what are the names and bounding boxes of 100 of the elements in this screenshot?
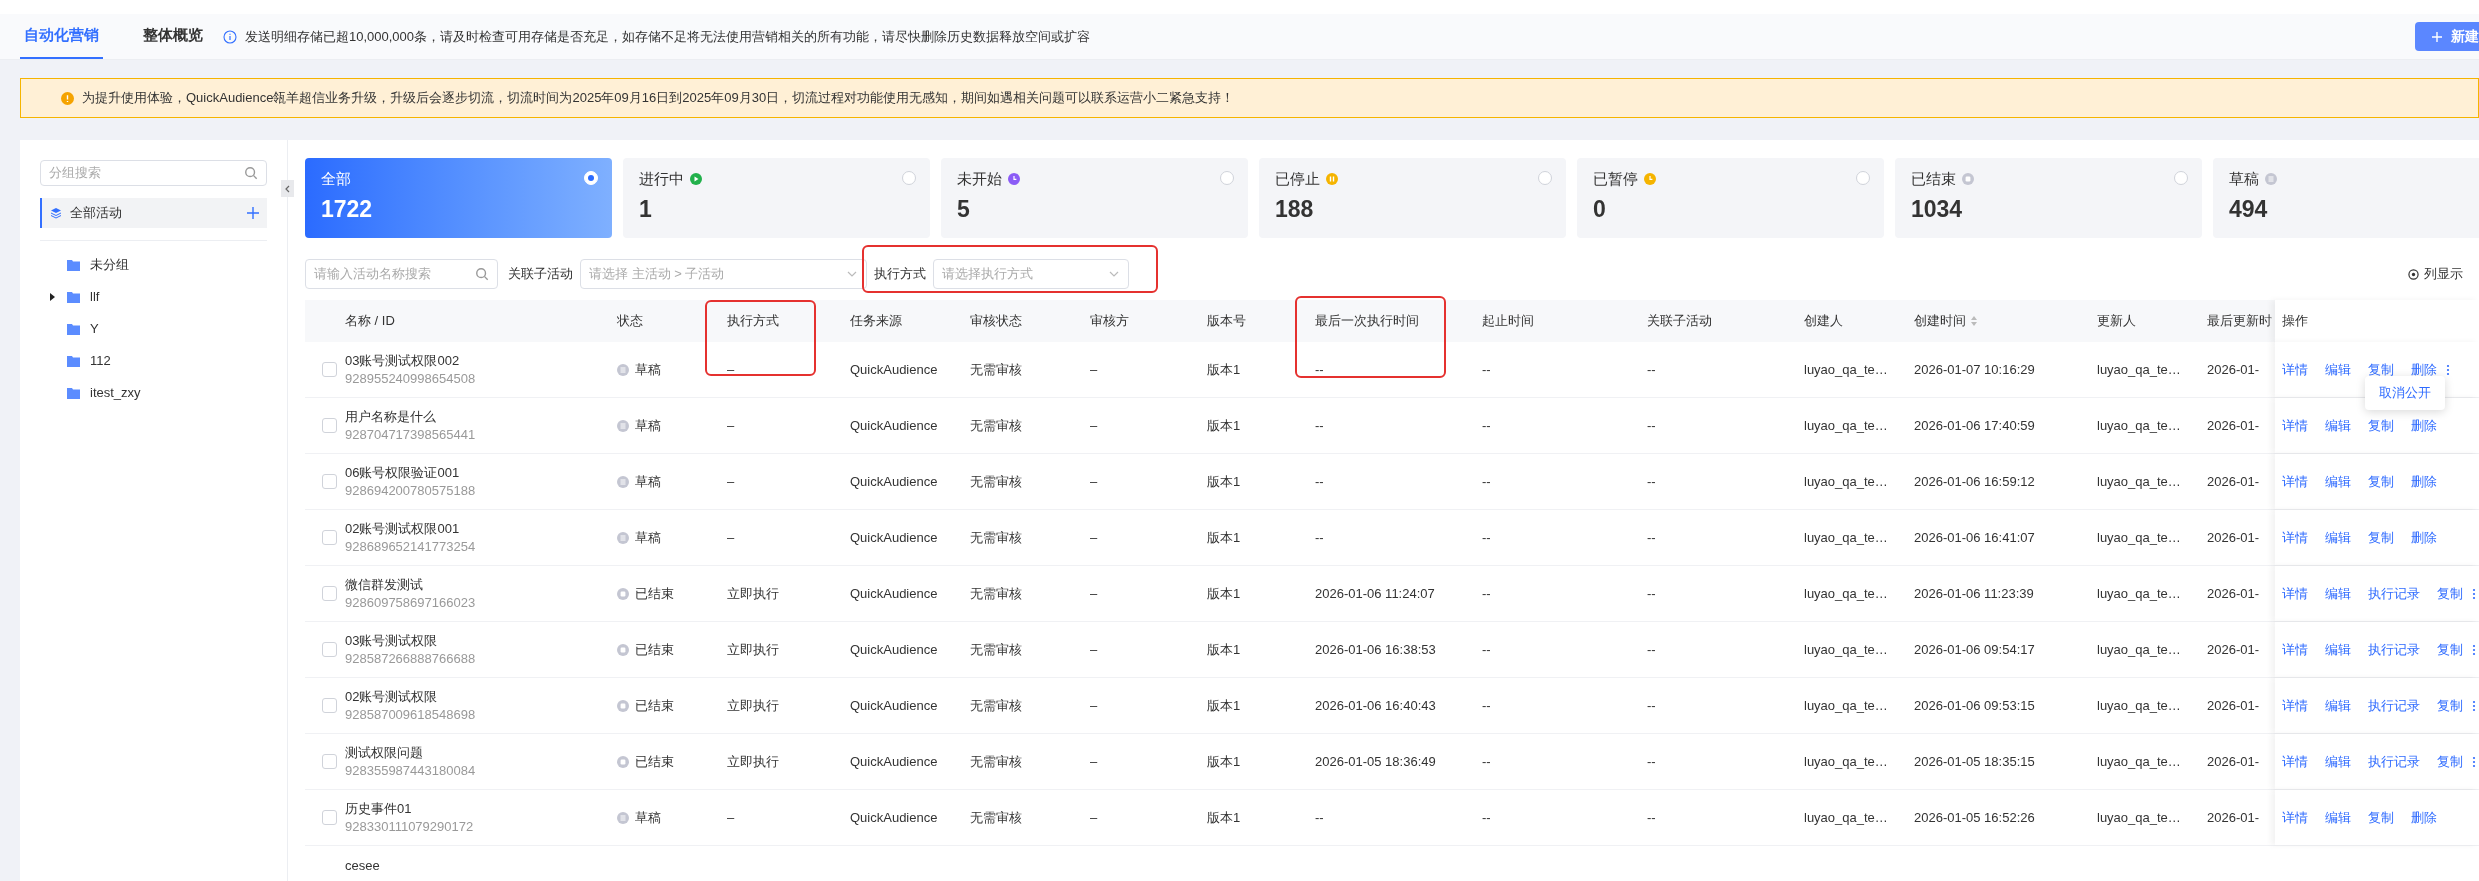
row-checkbox[interactable] bbox=[322, 810, 337, 825]
row-checkbox[interactable] bbox=[322, 754, 337, 769]
more-icon[interactable] bbox=[2472, 755, 2476, 768]
action-link[interactable]: 详情 bbox=[2282, 471, 2308, 492]
tree-item[interactable]: 未分组 bbox=[40, 249, 267, 281]
activity-search-field[interactable]: 请输入活动名称搜索 bbox=[305, 259, 498, 289]
activity-id: 928587009618548698 bbox=[345, 705, 476, 724]
card-label: 已停止 bbox=[1275, 169, 1320, 189]
status-card[interactable]: 进行中 1 bbox=[623, 158, 930, 238]
status-label: 已结束 bbox=[635, 640, 674, 659]
action-link[interactable]: 编辑 bbox=[2325, 583, 2351, 604]
action-link[interactable]: 详情 bbox=[2282, 583, 2308, 604]
action-link[interactable]: 详情 bbox=[2282, 639, 2308, 660]
more-icon[interactable] bbox=[2472, 587, 2476, 600]
status-label: 已结束 bbox=[635, 696, 674, 715]
tab[interactable]: 整体概览 bbox=[139, 14, 207, 59]
menu-item[interactable]: 取消公开 bbox=[2379, 383, 2431, 403]
action-link[interactable]: 执行记录 bbox=[2368, 751, 2420, 772]
action-link[interactable]: 编辑 bbox=[2325, 471, 2351, 492]
table-cell: – bbox=[727, 809, 735, 825]
row-checkbox[interactable] bbox=[322, 698, 337, 713]
action-link[interactable]: 复制 bbox=[2437, 751, 2463, 772]
lines-icon bbox=[617, 475, 629, 488]
table-cell: 无需审核 bbox=[970, 585, 1022, 601]
action-link[interactable]: 删除 bbox=[2411, 527, 2437, 548]
action-link[interactable]: 复制 bbox=[2368, 415, 2394, 436]
plus-icon[interactable] bbox=[247, 207, 259, 219]
action-link[interactable]: 复制 bbox=[2437, 639, 2463, 660]
table-cell: luyao_qa_te… bbox=[1804, 697, 1888, 713]
tree-root-item[interactable]: 全部活动 bbox=[40, 198, 267, 228]
action-link[interactable]: 编辑 bbox=[2325, 639, 2351, 660]
activity-name: 03账号测试权限002 bbox=[345, 351, 461, 370]
row-checkbox[interactable] bbox=[322, 474, 337, 489]
status-card[interactable]: 已停止 188 bbox=[1259, 158, 1566, 238]
table-cell: – bbox=[1090, 417, 1098, 433]
table-cell: -- bbox=[1315, 529, 1324, 545]
table-cell: 版本1 bbox=[1207, 641, 1241, 657]
exec-mode-select[interactable]: 请选择执行方式 bbox=[933, 259, 1129, 289]
row-checkbox[interactable] bbox=[322, 586, 337, 601]
action-link[interactable]: 详情 bbox=[2282, 359, 2308, 380]
table-cell: 版本1 bbox=[1207, 753, 1241, 769]
lines-icon bbox=[617, 531, 629, 544]
action-link[interactable]: 编辑 bbox=[2325, 751, 2351, 772]
tree-item[interactable]: 112 bbox=[40, 345, 267, 377]
action-link[interactable]: 复制 bbox=[2368, 359, 2394, 380]
tree-item[interactable]: Y bbox=[40, 313, 267, 345]
action-link[interactable]: 编辑 bbox=[2325, 695, 2351, 716]
action-link[interactable]: 复制 bbox=[2368, 807, 2394, 828]
status-card[interactable]: 未开始 5 bbox=[941, 158, 1248, 238]
row-checkbox[interactable] bbox=[322, 418, 337, 433]
status-card[interactable]: 已结束 1034 bbox=[1895, 158, 2202, 238]
status-card[interactable]: 全部 1722 bbox=[305, 158, 612, 238]
action-link[interactable]: 详情 bbox=[2282, 695, 2308, 716]
action-link[interactable]: 编辑 bbox=[2325, 359, 2351, 380]
more-icon[interactable] bbox=[2446, 363, 2450, 376]
action-link[interactable]: 执行记录 bbox=[2368, 639, 2420, 660]
action-link[interactable]: 详情 bbox=[2282, 751, 2308, 772]
column-display-button[interactable]: 列显示 bbox=[2408, 264, 2463, 284]
table-cell: 立即执行 bbox=[727, 697, 779, 713]
action-link[interactable]: 删除 bbox=[2411, 807, 2437, 828]
action-link[interactable]: 删除 bbox=[2411, 415, 2437, 436]
action-link[interactable]: 详情 bbox=[2282, 415, 2308, 436]
row-checkbox[interactable] bbox=[322, 530, 337, 545]
status-card[interactable]: 已暂停 0 bbox=[1577, 158, 1884, 238]
status-card[interactable]: 草稿 494 bbox=[2213, 158, 2479, 238]
row-checkbox[interactable] bbox=[322, 362, 337, 377]
table-cell: QuickAudience bbox=[850, 753, 938, 769]
more-icon[interactable] bbox=[2472, 699, 2476, 712]
table-cell: 立即执行 bbox=[727, 585, 779, 601]
action-link[interactable]: 编辑 bbox=[2325, 527, 2351, 548]
tree-item[interactable]: llf bbox=[40, 281, 267, 313]
table-cell: 无需审核 bbox=[970, 361, 1022, 377]
action-link[interactable]: 复制 bbox=[2437, 695, 2463, 716]
action-link[interactable]: 复制 bbox=[2368, 471, 2394, 492]
action-link[interactable]: 执行记录 bbox=[2368, 583, 2420, 604]
action-link[interactable]: 删除 bbox=[2411, 471, 2437, 492]
group-search-field[interactable]: 分组搜索 bbox=[40, 160, 267, 186]
tree-item[interactable]: itest_zxy bbox=[40, 377, 267, 409]
row-checkbox[interactable] bbox=[322, 642, 337, 657]
action-link[interactable]: 删除 bbox=[2411, 359, 2437, 380]
more-icon[interactable] bbox=[2472, 643, 2476, 656]
action-link[interactable]: 执行记录 bbox=[2368, 695, 2420, 716]
table-cell: -- bbox=[1482, 361, 1491, 377]
collapse-toggle[interactable] bbox=[281, 180, 294, 197]
action-link[interactable]: 编辑 bbox=[2325, 807, 2351, 828]
action-link[interactable]: 编辑 bbox=[2325, 415, 2351, 436]
activity-name: 测试权限问题 bbox=[345, 743, 424, 762]
action-link[interactable]: 复制 bbox=[2368, 527, 2394, 548]
action-link[interactable]: 复制 bbox=[2437, 583, 2463, 604]
sort-icon[interactable] bbox=[1970, 315, 1978, 327]
caret-icon[interactable] bbox=[48, 293, 56, 301]
create-button[interactable]: 新建 bbox=[2415, 22, 2479, 51]
table-cell: 2026-01- bbox=[2207, 529, 2260, 545]
table-cell: 立即执行 bbox=[727, 641, 779, 657]
sub-activity-select[interactable]: 请选择 主活动 > 子活动 bbox=[580, 259, 867, 289]
tab[interactable]: 自动化营销 bbox=[20, 14, 103, 59]
action-link[interactable]: 详情 bbox=[2282, 527, 2308, 548]
table-cell: luyao_qa_te… bbox=[1804, 529, 1888, 545]
column-header[interactable]: 创建时间 bbox=[1914, 311, 1978, 331]
action-link[interactable]: 详情 bbox=[2282, 807, 2308, 828]
